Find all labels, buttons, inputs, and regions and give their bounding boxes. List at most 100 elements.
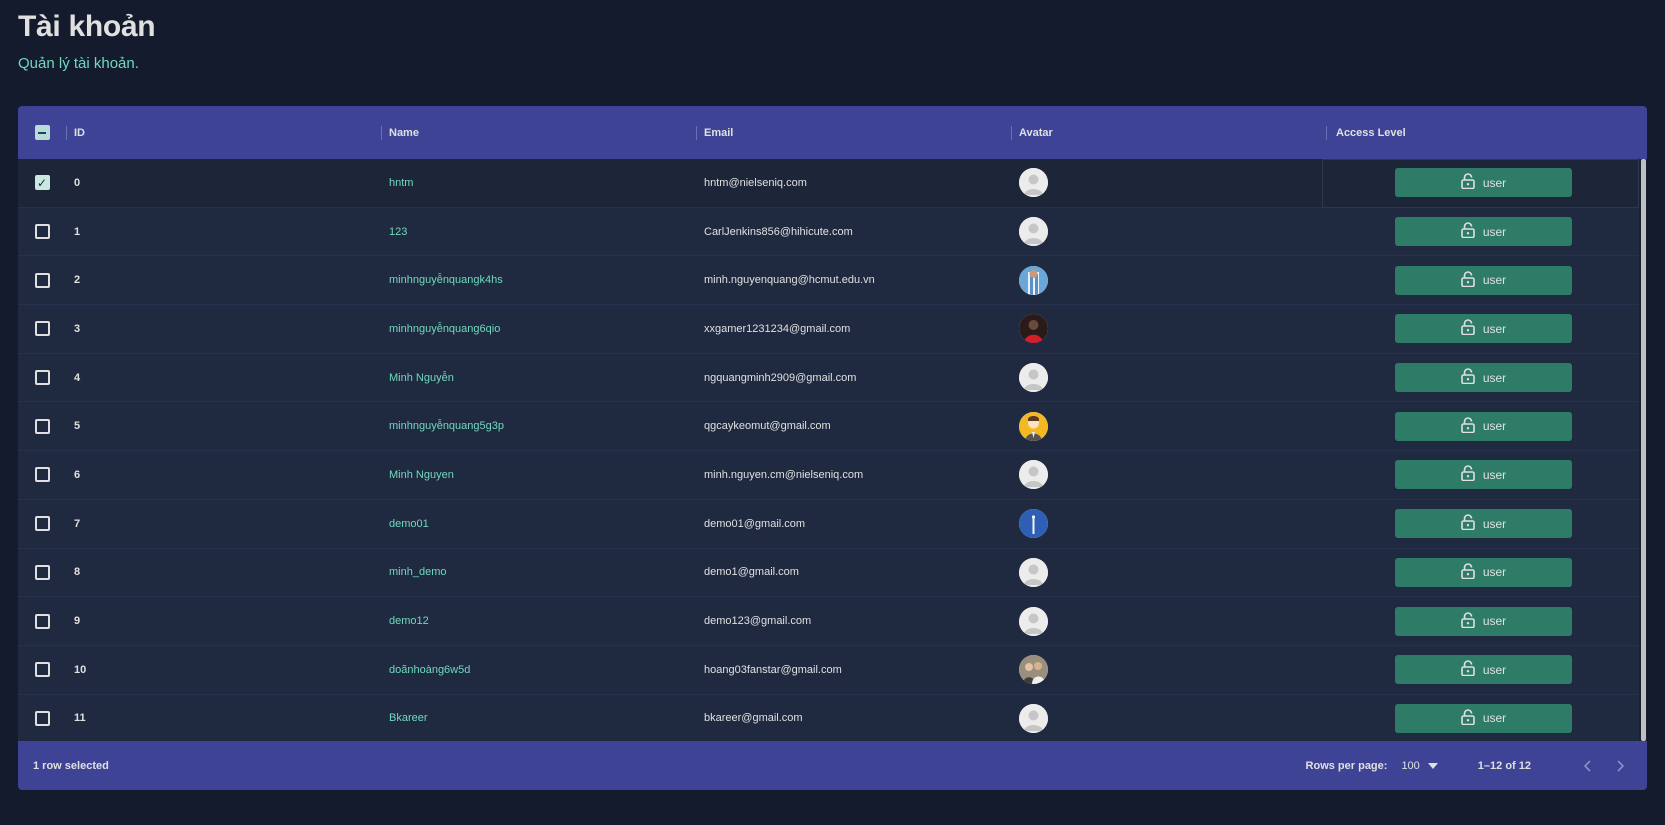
lock-open-icon xyxy=(1461,514,1475,533)
row-checkbox[interactable]: ✓ xyxy=(34,175,50,191)
column-header-avatar[interactable]: Avatar xyxy=(1011,106,1326,159)
table-row[interactable]: ✓ 0 hntm hntm@nielseniq.com user xyxy=(18,159,1647,208)
avatar xyxy=(1019,265,1048,295)
access-level-button[interactable]: user xyxy=(1395,606,1572,636)
column-header-email[interactable]: Email xyxy=(696,106,1011,159)
access-level-button[interactable]: user xyxy=(1395,703,1572,733)
cell-avatar xyxy=(1011,159,1326,207)
row-select-cell xyxy=(18,500,66,548)
table-row[interactable]: 7 demo01 demo01@gmail.com user xyxy=(18,500,1647,549)
column-header-id[interactable]: ID xyxy=(66,106,381,159)
table-row[interactable]: 9 demo12 demo123@gmail.com user xyxy=(18,597,1647,646)
next-page-button[interactable] xyxy=(1611,756,1631,776)
select-all-checkbox[interactable] xyxy=(34,125,50,140)
previous-page-button[interactable] xyxy=(1577,756,1597,776)
row-checkbox[interactable] xyxy=(34,418,50,434)
cell-avatar xyxy=(1011,451,1326,499)
table-row[interactable]: 5 minhnguyễnquang5g3p qgcaykeomut@gmail.co… xyxy=(18,402,1647,452)
access-level-button[interactable]: user xyxy=(1395,217,1572,247)
row-checkbox[interactable] xyxy=(34,224,50,240)
table-row[interactable]: 10 doãnhoàng6w5d hoang03fanstar@gmail.com u… xyxy=(18,646,1647,695)
cell-id: 9 xyxy=(74,615,81,628)
avatar xyxy=(1019,217,1048,247)
cell-access-level: user xyxy=(1326,451,1641,499)
row-checkbox[interactable] xyxy=(34,272,50,288)
row-checkbox[interactable] xyxy=(34,613,50,629)
access-level-label: user xyxy=(1482,614,1507,629)
row-select-cell xyxy=(18,451,66,499)
row-checkbox[interactable] xyxy=(34,710,50,726)
lock-open-icon xyxy=(1461,319,1475,338)
row-checkbox[interactable] xyxy=(34,467,50,483)
access-level-button[interactable]: user xyxy=(1395,460,1572,490)
cell-email: CarlJenkins856@hihicute.com xyxy=(704,225,853,238)
table-row[interactable]: 1 123 CarlJenkins856@hihicute.com user xyxy=(18,208,1647,257)
cell-avatar xyxy=(1011,695,1326,741)
access-level-button[interactable]: user xyxy=(1395,265,1572,295)
access-level-label: user xyxy=(1482,662,1507,677)
access-level-label: user xyxy=(1482,467,1507,482)
table-row[interactable]: 4 Minh Nguyễn ngquangminh2909@gmail.com use… xyxy=(18,354,1647,403)
cell-avatar xyxy=(1011,402,1326,450)
cell-avatar xyxy=(1011,354,1326,402)
chevron-right-icon xyxy=(1617,759,1625,772)
avatar xyxy=(1019,509,1048,539)
lock-open-icon xyxy=(1461,709,1475,728)
rows-per-page-select[interactable]: 100 xyxy=(1401,760,1438,772)
avatar xyxy=(1019,655,1048,685)
row-select-cell xyxy=(18,549,66,597)
row-checkbox[interactable] xyxy=(34,370,50,386)
avatar xyxy=(1019,411,1048,441)
cell-avatar xyxy=(1011,256,1326,304)
avatar xyxy=(1019,363,1048,393)
cell-name: minh_demo xyxy=(389,566,447,579)
cell-id: 4 xyxy=(74,371,81,384)
access-level-label: user xyxy=(1482,565,1507,580)
column-header-email-label: Email xyxy=(704,126,734,139)
table-row[interactable]: 8 minh_demo demo1@gmail.com user xyxy=(18,549,1647,598)
cell-id: 0 xyxy=(74,176,81,189)
table-row[interactable]: 3 minhnguyễnquang6qio xxgamer1231234@gmail… xyxy=(18,305,1647,354)
access-level-button[interactable]: user xyxy=(1395,363,1572,393)
cell-access-level: user xyxy=(1326,159,1641,207)
column-header-name[interactable]: Name xyxy=(381,106,696,159)
grid-header: ID Name Email Avatar Access Level xyxy=(18,106,1647,159)
cell-id: 5 xyxy=(74,420,81,433)
access-level-label: user xyxy=(1482,224,1507,239)
column-header-access-level[interactable]: Access Level xyxy=(1326,106,1641,159)
cell-email: demo123@gmail.com xyxy=(704,615,812,628)
access-level-button[interactable]: user xyxy=(1395,557,1572,587)
lock-open-icon xyxy=(1461,173,1475,192)
cell-avatar xyxy=(1011,597,1326,645)
grid-scrollbar[interactable] xyxy=(1639,159,1647,741)
cell-access-level: user xyxy=(1326,256,1641,304)
cell-id: 1 xyxy=(74,225,81,238)
table-row[interactable]: 6 Minh Nguyen minh.nguyen.cm@nielseniq.com… xyxy=(18,451,1647,500)
access-level-button[interactable]: user xyxy=(1395,411,1572,441)
lock-open-icon xyxy=(1461,270,1475,290)
access-level-button[interactable]: user xyxy=(1395,168,1572,198)
row-checkbox[interactable] xyxy=(34,564,50,580)
cell-access-level: user xyxy=(1326,354,1641,402)
grid-body: ✓ 0 hntm hntm@nielseniq.com user 1 123 CarlJenk… xyxy=(18,159,1647,741)
pagination-range: 1–12 of 12 xyxy=(1477,759,1531,772)
cell-name: demo01 xyxy=(389,517,429,530)
access-level-button[interactable]: user xyxy=(1395,314,1572,344)
column-header-access-label: Access Level xyxy=(1336,126,1406,139)
row-checkbox[interactable] xyxy=(34,321,50,337)
access-level-label: user xyxy=(1482,711,1507,726)
access-level-label: user xyxy=(1482,370,1507,385)
access-level-button[interactable]: user xyxy=(1395,655,1572,685)
cell-name: Bkareer xyxy=(389,712,428,725)
row-checkbox[interactable] xyxy=(34,662,50,678)
table-row[interactable]: 2 minhnguyễnquangk4hs minh.nguyenquang@hcm… xyxy=(18,256,1647,306)
row-select-cell xyxy=(18,354,66,402)
avatar xyxy=(1019,557,1048,587)
cell-avatar xyxy=(1011,305,1326,353)
table-row[interactable]: 11 Bkareer bkareer@gmail.com user xyxy=(18,695,1647,741)
lock-open-icon xyxy=(1461,222,1475,241)
row-checkbox[interactable] xyxy=(34,516,50,532)
header-select-all xyxy=(18,106,66,159)
scrollbar-thumb[interactable] xyxy=(1641,159,1646,741)
access-level-button[interactable]: user xyxy=(1395,509,1572,539)
